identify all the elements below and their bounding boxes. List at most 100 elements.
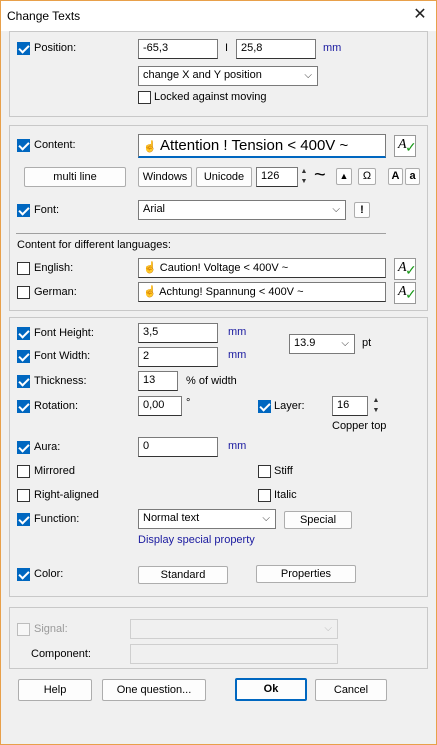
- spellcheck-icon[interactable]: A ✓: [394, 282, 417, 304]
- english-checkbox[interactable]: [17, 262, 30, 275]
- char-code-spinner[interactable]: ▲ ▼: [298, 167, 310, 187]
- font-width-input[interactable]: 2: [138, 347, 218, 367]
- hand-icon: ☝: [143, 262, 157, 274]
- signal-group: Signal: ⌵ Component:: [9, 607, 428, 669]
- english-text-value: Caution! Voltage < 400V ~: [159, 262, 289, 274]
- layer-checkbox[interactable]: [258, 400, 271, 413]
- function-checkbox[interactable]: [17, 513, 30, 526]
- content-text-input[interactable]: ☝ Attention ! Tension < 400V ~: [138, 134, 386, 158]
- multi-line-button[interactable]: multi line: [24, 167, 126, 187]
- content-group: Content: ☝ Attention ! Tension < 400V ~ …: [9, 125, 428, 311]
- windows-button[interactable]: Windows: [138, 167, 192, 187]
- color-label: Color:: [34, 568, 64, 580]
- layer-spinner[interactable]: ▲ ▼: [370, 396, 382, 416]
- font-checkbox[interactable]: [17, 204, 30, 217]
- help-button[interactable]: Help: [18, 679, 92, 701]
- font-label: Font:: [34, 204, 60, 216]
- format-group: Font Height: 3,5 mm Font Width: 2 mm 13.…: [9, 317, 428, 597]
- position-x-input[interactable]: -65,3: [138, 39, 218, 59]
- chevron-down-icon: ⌵: [341, 338, 349, 349]
- german-checkbox[interactable]: [17, 286, 30, 299]
- content-text-value: Attention ! Tension < 400V ~: [160, 137, 349, 154]
- component-input[interactable]: [130, 644, 338, 664]
- english-label: English:: [34, 262, 74, 274]
- aura-unit: mm: [228, 440, 247, 452]
- font-width-label: Font Width:: [34, 350, 91, 362]
- font-select[interactable]: Arial ⌵: [138, 200, 346, 220]
- up-triangle-icon[interactable]: ▲: [336, 168, 352, 185]
- function-select[interactable]: Normal text ⌵: [138, 509, 276, 529]
- unicode-button[interactable]: Unicode: [196, 167, 252, 187]
- lowercase-button[interactable]: a: [405, 168, 420, 185]
- english-text-input[interactable]: ☝ Caution! Voltage < 400V ~: [138, 258, 386, 278]
- position-group: Position: -65,3 I 25,8 mm change X and Y…: [9, 31, 428, 117]
- thickness-unit: % of width: [186, 375, 237, 387]
- rotation-input[interactable]: 0,00: [138, 396, 182, 416]
- mirrored-checkbox[interactable]: [17, 465, 30, 478]
- position-checkbox[interactable]: [17, 42, 30, 55]
- tilde-char: ~: [314, 164, 326, 186]
- cancel-button[interactable]: Cancel: [315, 679, 387, 701]
- hand-icon: ☝: [143, 286, 157, 298]
- mirrored-label: Mirrored: [34, 465, 75, 477]
- rotation-label: Rotation:: [34, 400, 79, 412]
- display-special-property-link[interactable]: Display special property: [138, 534, 255, 546]
- font-height-checkbox[interactable]: [17, 327, 30, 340]
- font-height-label: Font Height:: [34, 327, 94, 339]
- title-bar: Change Texts ✕: [1, 1, 436, 31]
- pt-unit: pt: [362, 337, 372, 349]
- font-warning-button[interactable]: !: [354, 202, 370, 218]
- spellcheck-icon[interactable]: A ✓: [394, 258, 417, 280]
- pt-value: 13.9: [294, 337, 316, 349]
- locked-checkbox[interactable]: [138, 91, 151, 104]
- divider: [16, 233, 386, 234]
- signal-select[interactable]: ⌵: [130, 619, 338, 639]
- thickness-input[interactable]: 13: [138, 371, 178, 391]
- one-question-button[interactable]: One question...: [102, 679, 206, 701]
- layer-name: Copper top: [332, 420, 387, 432]
- pt-select[interactable]: 13.9 ⌵: [289, 334, 355, 354]
- signal-label: Signal:: [34, 623, 68, 635]
- content-label: Content:: [34, 139, 76, 151]
- aura-input[interactable]: 0: [138, 437, 218, 457]
- position-separator: I: [225, 42, 229, 54]
- italic-checkbox[interactable]: [258, 489, 271, 502]
- content-checkbox[interactable]: [17, 139, 30, 152]
- position-unit: mm: [323, 42, 342, 54]
- spellcheck-icon[interactable]: A ✓: [394, 135, 417, 157]
- special-button[interactable]: Special: [284, 511, 352, 529]
- position-y-input[interactable]: 25,8: [236, 39, 316, 59]
- layer-input[interactable]: 16: [332, 396, 368, 416]
- german-text-input[interactable]: ☝ Achtung! Spannung < 400V ~: [138, 282, 386, 302]
- right-aligned-checkbox[interactable]: [17, 489, 30, 502]
- font-width-checkbox[interactable]: [17, 350, 30, 363]
- rotation-checkbox[interactable]: [17, 400, 30, 413]
- thickness-checkbox[interactable]: [17, 375, 30, 388]
- locked-label: Locked against moving: [154, 91, 267, 103]
- color-standard-button[interactable]: Standard: [138, 566, 228, 584]
- aura-checkbox[interactable]: [17, 441, 30, 454]
- omega-button[interactable]: Ω: [358, 168, 376, 185]
- uppercase-button[interactable]: A: [388, 168, 403, 185]
- signal-checkbox[interactable]: [17, 623, 30, 636]
- stiff-checkbox[interactable]: [258, 465, 271, 478]
- window-title: Change Texts: [7, 9, 81, 23]
- close-icon[interactable]: ✕: [410, 5, 430, 25]
- chevron-down-icon: ⌵: [324, 623, 332, 634]
- position-mode-select[interactable]: change X and Y position ⌵: [138, 66, 318, 86]
- thickness-label: Thickness:: [34, 375, 87, 387]
- italic-label: Italic: [274, 489, 297, 501]
- color-checkbox[interactable]: [17, 568, 30, 581]
- font-height-input[interactable]: 3,5: [138, 323, 218, 343]
- properties-button[interactable]: Properties: [256, 565, 356, 583]
- ok-button[interactable]: Ok: [235, 678, 307, 701]
- german-label: German:: [34, 286, 77, 298]
- chevron-down-icon: ⌵: [332, 204, 340, 215]
- languages-header: Content for different languages:: [17, 239, 171, 251]
- function-value: Normal text: [143, 512, 200, 524]
- right-aligned-label: Right-aligned: [34, 489, 99, 501]
- change-texts-dialog: Change Texts ✕ Position: -65,3 I 25,8 mm…: [0, 0, 437, 745]
- char-code-input[interactable]: 126: [256, 167, 298, 187]
- stiff-label: Stiff: [274, 465, 293, 477]
- layer-label: Layer:: [274, 400, 305, 412]
